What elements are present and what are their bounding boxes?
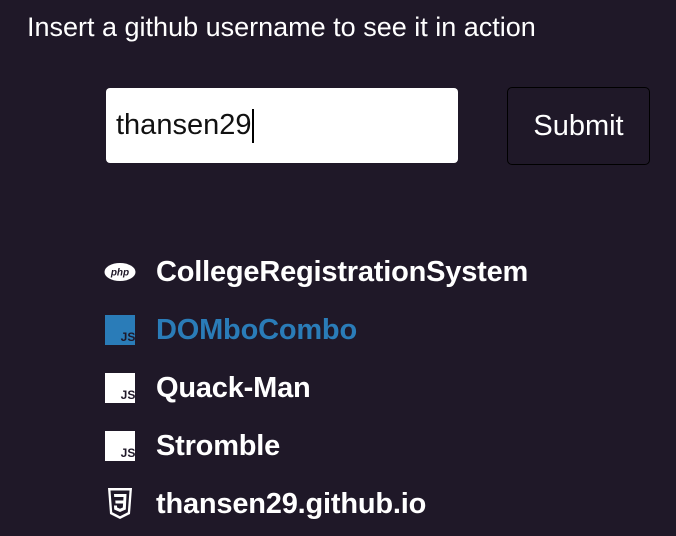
svg-text:JS: JS bbox=[121, 330, 135, 344]
repo-item-dombocombo[interactable]: JS DOMboCombo bbox=[104, 301, 528, 359]
repo-link[interactable]: CollegeRegistrationSystem bbox=[156, 256, 528, 289]
repo-link[interactable]: Quack-Man bbox=[156, 372, 311, 405]
text-cursor bbox=[252, 109, 255, 143]
javascript-icon: JS bbox=[104, 372, 136, 404]
svg-text:JS: JS bbox=[121, 446, 135, 460]
css3-icon bbox=[104, 488, 136, 520]
svg-text:JS: JS bbox=[121, 388, 135, 402]
repo-item-thansen29-github-io[interactable]: thansen29.github.io bbox=[104, 475, 528, 533]
svg-text:php: php bbox=[110, 268, 129, 279]
repo-list: php CollegeRegistrationSystem JS DOMboCo… bbox=[104, 243, 528, 533]
repo-link[interactable]: DOMboCombo bbox=[156, 314, 357, 347]
repo-item-collegeregistrationsystem[interactable]: php CollegeRegistrationSystem bbox=[104, 243, 528, 301]
username-input[interactable] bbox=[106, 88, 458, 163]
repo-item-stromble[interactable]: JS Stromble bbox=[104, 417, 528, 475]
javascript-icon: JS bbox=[104, 430, 136, 462]
page-instructions: Insert a github username to see it in ac… bbox=[27, 12, 536, 42]
repo-link[interactable]: Stromble bbox=[156, 430, 280, 463]
submit-button[interactable]: Submit bbox=[507, 87, 650, 165]
javascript-icon: JS bbox=[104, 314, 136, 346]
php-icon: php bbox=[104, 256, 136, 288]
repo-item-quack-man[interactable]: JS Quack-Man bbox=[104, 359, 528, 417]
repo-link[interactable]: thansen29.github.io bbox=[156, 488, 426, 521]
